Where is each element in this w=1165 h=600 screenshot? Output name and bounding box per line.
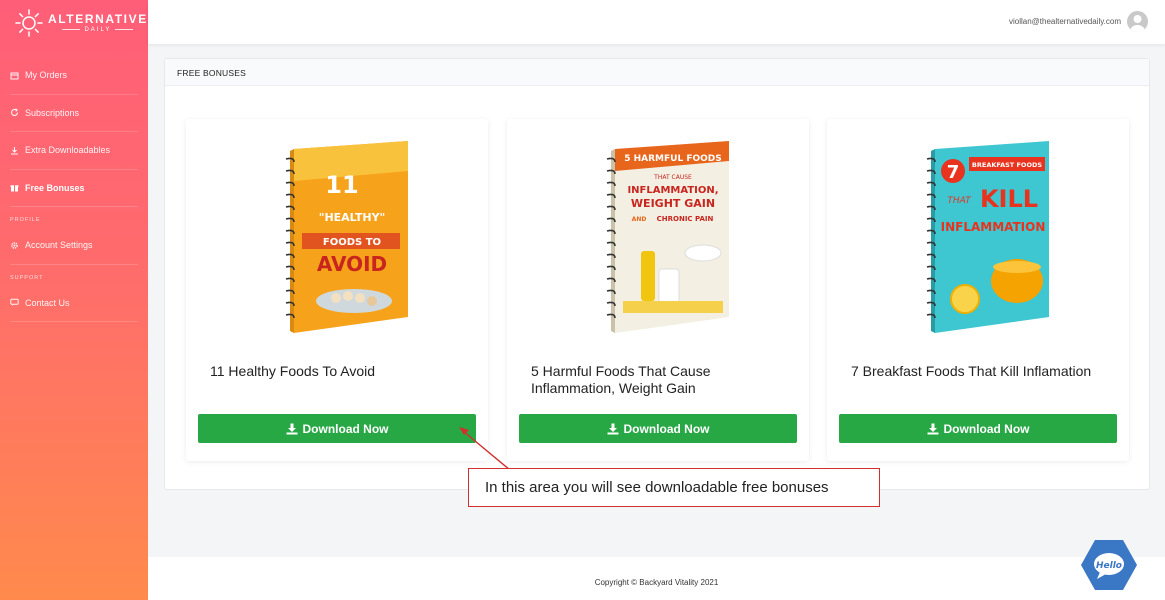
profile-heading: PROFILE [10, 217, 41, 223]
annotation-callout: In this area you will see downloadable f… [468, 468, 880, 507]
bonus-card: 7 BREAKFAST FOODS THAT KILL INFLAMMATION… [827, 119, 1129, 461]
brand-sub: DAILY [62, 27, 133, 33]
free-bonuses-panel: FREE BONUSES 11 "HEALTHY" FOODS TO AVOID… [164, 58, 1150, 490]
card-title: 11 Healthy Foods To Avoid [210, 363, 375, 379]
sidebar-item-label: Subscriptions [25, 107, 80, 118]
sidebar-item-my-orders[interactable]: My Orders [10, 57, 138, 95]
sidebar-item-label: Extra Downloadables [25, 145, 111, 156]
cover-line4: WEIGHT GAIN [631, 197, 715, 210]
download-button-label: Download Now [302, 421, 389, 436]
chat-icon [10, 298, 19, 307]
sidebar-item-label: Account Settings [25, 240, 93, 251]
cover-line4: AVOID [317, 252, 387, 276]
cover-line1: 11 [325, 171, 358, 199]
cover-line6: CHRONIC PAIN [657, 215, 714, 223]
cover-line5: AND [632, 216, 647, 223]
brand-name: ALTERNATIVE [48, 11, 148, 26]
hello-chat-button[interactable]: Hello [1080, 538, 1138, 592]
gift-icon [10, 183, 19, 192]
cover-line2: "HEALTHY" [319, 211, 386, 224]
cover-line3: INFLAMMATION, [627, 185, 718, 196]
card-title: 5 Harmful Foods That Cause Inflammation,… [531, 363, 711, 396]
sidebar-item-account-settings[interactable]: Account Settings [10, 227, 138, 265]
download-button[interactable]: Download Now [519, 414, 797, 443]
download-icon [927, 423, 938, 434]
bonus-card: 5 HARMFUL FOODS THAT CAUSE INFLAMMATION,… [507, 119, 809, 461]
download-icon [286, 423, 297, 434]
sidebar-item-label: My Orders [25, 70, 68, 81]
download-button-label: Download Now [623, 421, 710, 436]
download-icon [607, 423, 618, 434]
chat-label: Hello [1096, 561, 1122, 571]
cover-line1: 7 [947, 162, 960, 183]
book-cover-image: 5 HARMFUL FOODS THAT CAUSE INFLAMMATION,… [606, 141, 729, 333]
gear-icon [10, 241, 19, 250]
cover-line4: KILL [980, 185, 1038, 213]
user-icon [1130, 15, 1145, 32]
download-icon [10, 146, 19, 155]
sun-icon [15, 8, 43, 37]
cover-line3: THAT [947, 196, 972, 206]
package-icon [10, 71, 19, 80]
sidebar-item-free-bonuses[interactable]: Free Bonuses [10, 170, 138, 207]
sidebar-item-subscriptions[interactable]: Subscriptions [10, 95, 138, 132]
avatar[interactable] [1127, 11, 1148, 32]
refresh-icon [10, 108, 19, 117]
bonus-card: 11 "HEALTHY" FOODS TO AVOID 11 Healthy F… [186, 119, 488, 461]
footer: Copyright © Backyard Vitality 2021 [148, 557, 1165, 600]
cover-line2: THAT CAUSE [653, 174, 692, 181]
sidebar-item-label: Contact Us [25, 297, 70, 308]
cover-line2: BREAKFAST FOODS [972, 161, 1042, 169]
panel-title: FREE BONUSES [165, 59, 1149, 86]
sidebar-item-label: Free Bonuses [25, 182, 85, 193]
top-bar: viollan@thealternativedaily.com [148, 0, 1165, 44]
annotation-text: In this area you will see downloadable f… [485, 479, 829, 496]
sidebar-item-extra-downloadables[interactable]: Extra Downloadables [10, 132, 138, 170]
support-heading: SUPPORT [10, 274, 44, 281]
copyright-text: Copyright © Backyard Vitality 2021 [594, 578, 719, 587]
cover-line3: FOODS TO [323, 237, 381, 248]
book-cover-image: 7 BREAKFAST FOODS THAT KILL INFLAMMATION [926, 141, 1049, 333]
card-title: 7 Breakfast Foods That Kill Inflamation [851, 363, 1092, 379]
sidebar-item-contact-us[interactable]: Contact Us [10, 285, 138, 322]
annotation-arrow [459, 427, 511, 471]
cover-line1: 5 HARMFUL FOODS [624, 154, 722, 164]
user-email[interactable]: viollan@thealternativedaily.com [1009, 17, 1121, 26]
download-button[interactable]: Download Now [198, 414, 476, 443]
download-button[interactable]: Download Now [839, 414, 1117, 443]
sidebar: ALTERNATIVE DAILY My Orders Subscription… [0, 0, 148, 600]
brand-logo[interactable]: ALTERNATIVE DAILY [0, 0, 148, 45]
cover-line5: INFLAMMATION [941, 220, 1046, 234]
download-button-label: Download Now [943, 421, 1030, 436]
book-cover-image: 11 "HEALTHY" FOODS TO AVOID [285, 141, 408, 333]
